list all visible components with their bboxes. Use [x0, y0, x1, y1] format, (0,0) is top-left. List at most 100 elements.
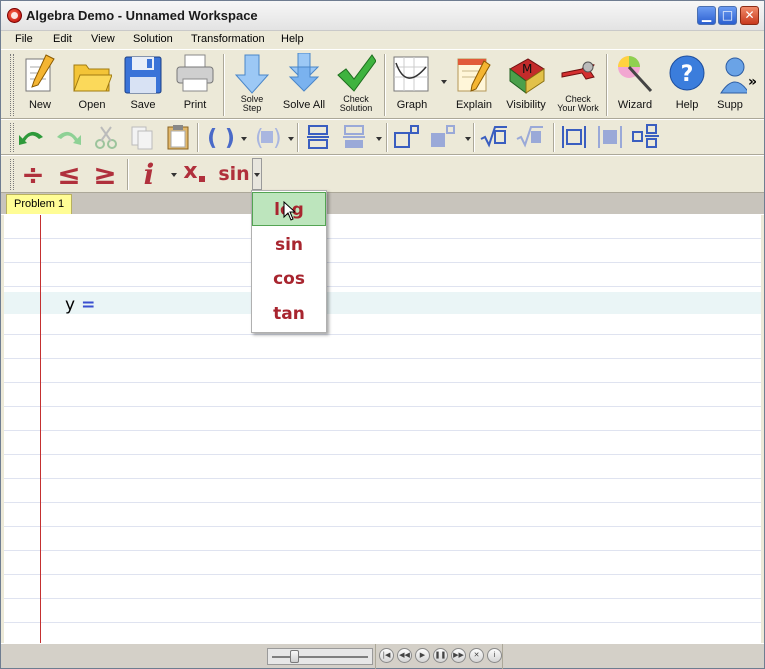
playback-slider[interactable]: [267, 648, 373, 665]
fraction-button[interactable]: [303, 123, 333, 151]
italic-dropdown-arrow-icon[interactable]: [171, 173, 177, 177]
visibility-button[interactable]: M Visibility: [501, 53, 551, 111]
toolbar-overflow-button[interactable]: »: [748, 74, 757, 90]
menu-help[interactable]: Help: [281, 33, 304, 45]
check-solution-label-2: Solution: [339, 103, 373, 113]
solve-step-label-2: Step: [242, 103, 262, 113]
redo-button[interactable]: [53, 123, 83, 151]
app-window: Algebra Demo - Unnamed Workspace ▁ □ ✕ F…: [0, 0, 765, 669]
superscript-dropdown-arrow-icon[interactable]: [465, 137, 471, 141]
parentheses-dropdown-arrow-icon[interactable]: [241, 137, 247, 141]
superscript-alt-button[interactable]: [427, 123, 457, 151]
fraction-alt-button[interactable]: [339, 123, 369, 151]
brackets-dropdown-arrow-icon[interactable]: [288, 137, 294, 141]
fast-forward-button[interactable]: ▶▶: [451, 648, 466, 663]
minimize-button[interactable]: ▁: [697, 6, 716, 25]
copy-icon: [131, 126, 153, 150]
save-button[interactable]: Save: [121, 53, 165, 111]
explain-label: Explain: [455, 99, 493, 111]
solve-all-button[interactable]: Solve All: [281, 52, 327, 111]
subscript-box-icon: [198, 176, 205, 182]
slider-track-line: [272, 656, 368, 658]
math-toolbar: ÷ ≤ ≥ i x sin: [1, 155, 764, 193]
wizard-label: Wizard: [617, 99, 653, 111]
fraction-dropdown-arrow-icon[interactable]: [376, 137, 382, 141]
menu-solution[interactable]: Solution: [133, 33, 173, 45]
brackets-box-button[interactable]: (): [249, 123, 285, 151]
parentheses-button[interactable]: ( ): [203, 123, 239, 151]
svg-text:?: ?: [681, 62, 694, 87]
checkmark-icon: [336, 53, 377, 95]
explain-button[interactable]: Explain: [451, 53, 497, 111]
margin-line: [40, 215, 41, 643]
problem-tab-strip: Problem 1: [1, 193, 764, 215]
mixed-fraction-button[interactable]: [631, 123, 661, 151]
print-button[interactable]: Print: [173, 53, 217, 111]
maximize-icon: □: [721, 8, 734, 22]
menu-file[interactable]: File: [15, 33, 33, 45]
new-button[interactable]: New: [20, 53, 60, 111]
abs-value-alt-button[interactable]: [595, 123, 625, 151]
pause-button[interactable]: ❚❚: [433, 648, 448, 663]
slider-thumb[interactable]: [290, 650, 299, 663]
skip-start-button[interactable]: |◀: [379, 648, 394, 663]
play-icon: ▶: [419, 651, 426, 659]
svg-text:): ): [273, 126, 282, 151]
check-solution-button[interactable]: Check Solution: [333, 53, 379, 113]
menu-view[interactable]: View: [91, 33, 115, 45]
floppy-disk-icon: [123, 53, 163, 95]
solve-step-button[interactable]: Solve Step: [231, 53, 273, 113]
graph-dropdown-arrow-icon[interactable]: [441, 80, 447, 84]
menu-item-cos[interactable]: cos: [252, 262, 326, 296]
new-label: New: [28, 99, 51, 111]
italic-button[interactable]: i: [137, 158, 161, 191]
equation-line[interactable]: y =: [65, 295, 95, 315]
check-your-work-button[interactable]: Check Your Work: [553, 53, 603, 113]
function-dropdown-button[interactable]: [252, 158, 262, 190]
superscript-button[interactable]: [391, 123, 421, 151]
subscript-button[interactable]: x: [182, 159, 206, 184]
menu-item-sin[interactable]: sin: [252, 228, 326, 262]
menu-transformation[interactable]: Transformation: [191, 33, 265, 45]
abs-value-button[interactable]: [559, 123, 589, 151]
toolbar-grip[interactable]: [10, 159, 14, 190]
function-button[interactable]: sin: [217, 163, 251, 185]
rewind-button[interactable]: ◀◀: [397, 648, 412, 663]
undo-button[interactable]: [17, 123, 47, 151]
minimize-icon: ▁: [701, 8, 712, 22]
solve-all-label: Solve All: [282, 99, 326, 111]
parentheses-icon: ( ): [207, 126, 235, 151]
root-alt-button[interactable]: [515, 123, 545, 151]
toolbar-grip[interactable]: [10, 123, 14, 152]
graph-button[interactable]: Graph: [390, 53, 434, 111]
open-button[interactable]: Open: [69, 53, 115, 111]
divide-button[interactable]: ÷: [19, 158, 47, 191]
cut-button[interactable]: [91, 123, 121, 151]
paste-button[interactable]: [163, 123, 193, 151]
menu-edit[interactable]: Edit: [53, 33, 72, 45]
maximize-button[interactable]: □: [718, 6, 737, 25]
copy-button[interactable]: [127, 123, 157, 151]
root-alt-icon: [516, 126, 543, 148]
tab-problem-1[interactable]: Problem 1: [6, 194, 72, 214]
info-button[interactable]: i: [487, 648, 502, 663]
menu-item-tan[interactable]: tan: [252, 297, 326, 331]
down-arrow-icon: [232, 53, 272, 95]
redo-icon: [57, 131, 81, 145]
root-button[interactable]: [479, 123, 509, 151]
worksheet-area[interactable]: y =: [4, 215, 761, 643]
close-button[interactable]: ✕: [740, 6, 759, 25]
help-button[interactable]: ? Help: [665, 53, 709, 111]
active-equation-row[interactable]: [4, 292, 761, 314]
status-bar: |◀ ◀◀ ▶ ❚❚ ▶▶ ✕ i: [1, 643, 764, 669]
support-button[interactable]: Supp: [713, 53, 747, 111]
less-equal-button[interactable]: ≤: [55, 158, 83, 191]
book-icon: M: [506, 53, 546, 95]
print-label: Print: [183, 99, 207, 111]
stop-button[interactable]: ✕: [469, 648, 484, 663]
play-button[interactable]: ▶: [415, 648, 430, 663]
toolbar-grip[interactable]: [10, 54, 14, 116]
wizard-button[interactable]: Wizard: [613, 53, 657, 111]
greater-equal-button[interactable]: ≥: [91, 158, 119, 191]
new-document-icon: [20, 53, 60, 95]
